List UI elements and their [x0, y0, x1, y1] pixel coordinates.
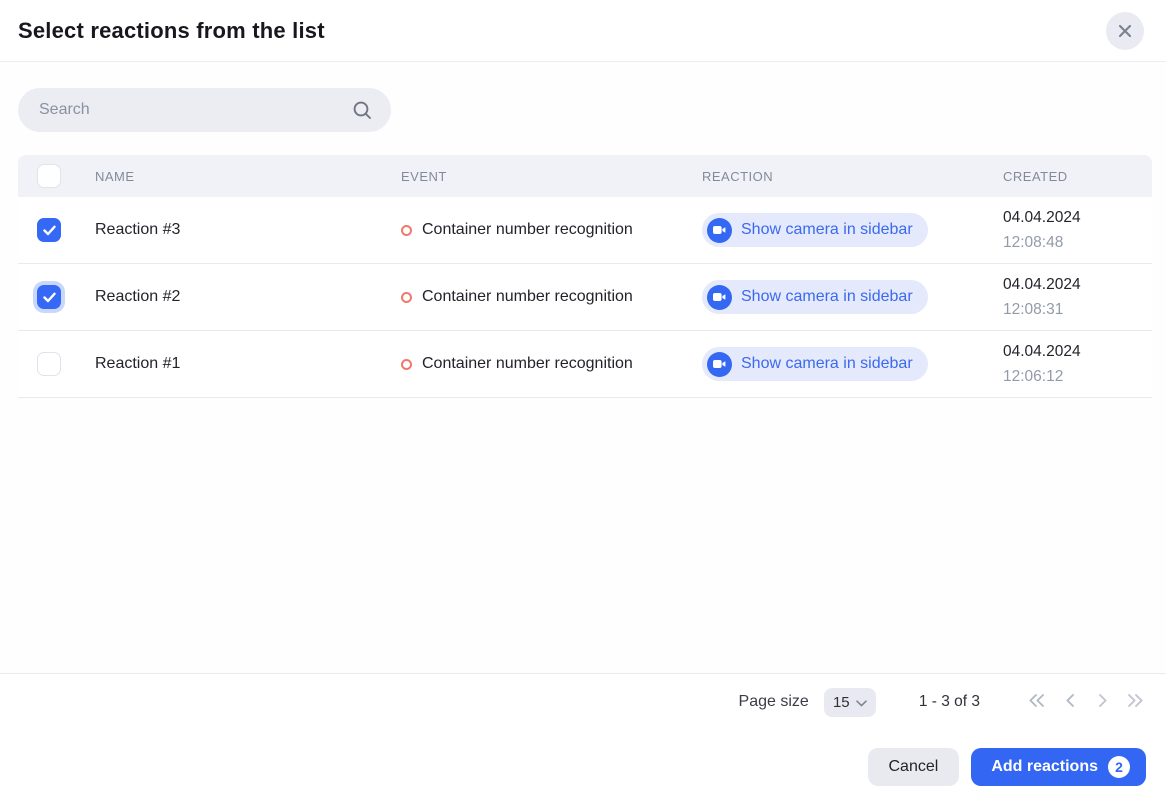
- created-date: 04.04.2024: [1003, 205, 1152, 230]
- column-header-created: CREATED: [1003, 169, 1152, 184]
- last-page-button[interactable]: [1119, 686, 1152, 719]
- add-reactions-label: Add reactions: [991, 758, 1098, 776]
- reaction-pill-label: Show camera in sidebar: [741, 221, 913, 239]
- first-page-button[interactable]: [1020, 686, 1053, 719]
- double-chevron-left-icon: [1027, 693, 1046, 711]
- event-name: Container number recognition: [422, 288, 633, 306]
- dialog-body: NAME EVENT REACTION CREATED Reaction #3 …: [0, 62, 1166, 673]
- created-date: 04.04.2024: [1003, 339, 1152, 364]
- event-name: Container number recognition: [422, 221, 633, 239]
- column-header-reaction: REACTION: [702, 169, 1003, 184]
- cancel-button-label: Cancel: [889, 758, 939, 776]
- search-input[interactable]: [39, 101, 352, 119]
- created-time: 12:08:48: [1003, 230, 1152, 255]
- dialog-header: Select reactions from the list: [0, 0, 1166, 62]
- event-status-icon: [401, 359, 412, 370]
- reactions-table: NAME EVENT REACTION CREATED Reaction #3 …: [18, 155, 1152, 398]
- select-all-checkbox[interactable]: [37, 164, 61, 188]
- reaction-pill[interactable]: Show camera in sidebar: [702, 280, 928, 314]
- row-checkbox[interactable]: [37, 218, 61, 242]
- add-reactions-button[interactable]: Add reactions 2: [971, 748, 1146, 786]
- reaction-pill-label: Show camera in sidebar: [741, 355, 913, 373]
- column-header-event: EVENT: [401, 169, 702, 184]
- table-row[interactable]: Reaction #1 Container number recognition: [18, 331, 1152, 398]
- search-bar[interactable]: [18, 88, 391, 132]
- reaction-pill[interactable]: Show camera in sidebar: [702, 213, 928, 247]
- chevron-right-icon: [1098, 693, 1108, 711]
- select-reactions-dialog: Select reactions from the list: [0, 0, 1166, 802]
- reaction-name: Reaction #3: [95, 221, 401, 239]
- chevron-left-icon: [1065, 693, 1075, 711]
- camera-icon: [707, 352, 732, 377]
- dialog-footer: Page size 15 1 - 3 of 3: [0, 673, 1166, 802]
- next-page-button[interactable]: [1086, 686, 1119, 719]
- reaction-name: Reaction #2: [95, 288, 401, 306]
- created-time: 12:06:12: [1003, 364, 1152, 389]
- chevron-down-icon: [856, 694, 867, 711]
- table-row[interactable]: Reaction #2 Container number recognition: [18, 264, 1152, 331]
- close-button[interactable]: [1106, 12, 1144, 50]
- created-date: 04.04.2024: [1003, 272, 1152, 297]
- pagination-range: 1 - 3 of 3: [919, 693, 980, 711]
- created-time: 12:08:31: [1003, 297, 1152, 322]
- pagination-bar: Page size 15 1 - 3 of 3: [0, 674, 1166, 730]
- page-size-label: Page size: [739, 693, 809, 711]
- page-size-value: 15: [833, 694, 850, 711]
- cancel-button[interactable]: Cancel: [868, 748, 960, 786]
- table-row[interactable]: Reaction #3 Container number recognition: [18, 197, 1152, 264]
- camera-icon: [707, 218, 732, 243]
- column-header-name: NAME: [95, 169, 401, 184]
- camera-icon: [707, 285, 732, 310]
- reaction-pill-label: Show camera in sidebar: [741, 288, 913, 306]
- table-header-row: NAME EVENT REACTION CREATED: [18, 155, 1152, 197]
- event-status-icon: [401, 292, 412, 303]
- row-checkbox[interactable]: [37, 285, 61, 309]
- double-chevron-right-icon: [1126, 693, 1145, 711]
- reaction-name: Reaction #1: [95, 355, 401, 373]
- page-size-select[interactable]: 15: [824, 688, 876, 717]
- close-icon: [1117, 23, 1133, 39]
- event-name: Container number recognition: [422, 355, 633, 373]
- selected-count-badge: 2: [1108, 756, 1130, 778]
- row-checkbox[interactable]: [37, 352, 61, 376]
- search-icon: [352, 100, 373, 121]
- previous-page-button[interactable]: [1053, 686, 1086, 719]
- reaction-pill[interactable]: Show camera in sidebar: [702, 347, 928, 381]
- dialog-title: Select reactions from the list: [18, 18, 325, 44]
- dialog-actions: Cancel Add reactions 2: [0, 730, 1166, 802]
- event-status-icon: [401, 225, 412, 236]
